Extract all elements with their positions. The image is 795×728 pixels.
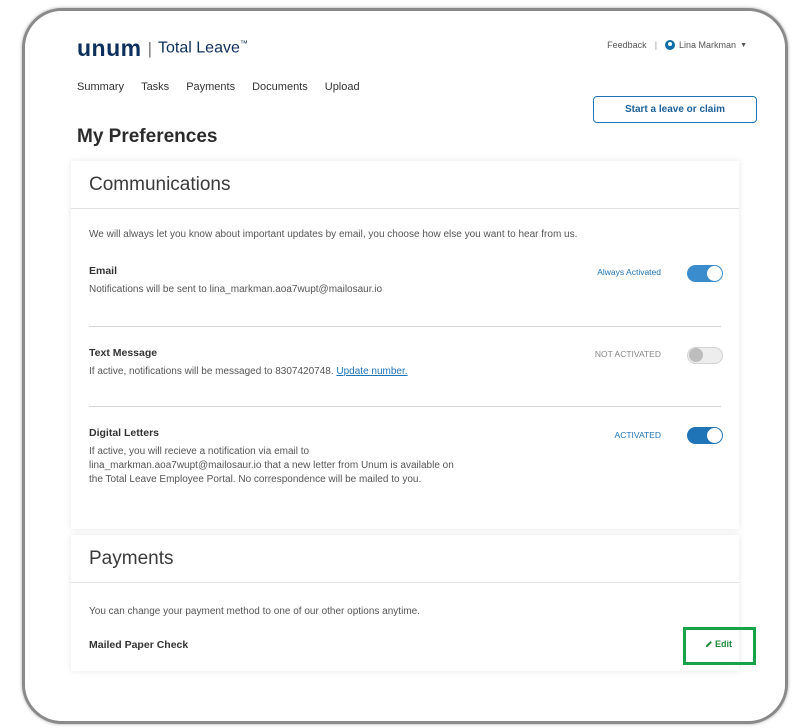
email-desc: Notifications will be sent to lina_markm… bbox=[89, 284, 383, 295]
user-icon bbox=[665, 40, 676, 50]
header-divider: | bbox=[654, 40, 658, 50]
divider bbox=[89, 406, 721, 407]
payments-card: Payments You can change your payment met… bbox=[71, 535, 756, 671]
logo-separator: | bbox=[147, 38, 153, 58]
payments-intro: You can change your payment method to on… bbox=[89, 606, 420, 617]
nav-documents[interactable]: Documents bbox=[252, 81, 308, 93]
digital-letters-toggle[interactable] bbox=[687, 427, 723, 444]
product-name-text: Total Leave bbox=[158, 39, 240, 57]
nav-tasks[interactable]: Tasks bbox=[141, 81, 169, 93]
digital-letters-desc: If active, you will recieve a notificati… bbox=[89, 446, 454, 485]
screen: unum | Total Leave™ Feedback | Lina Mark… bbox=[25, 11, 785, 721]
edit-button[interactable]: Edit bbox=[705, 639, 732, 649]
update-number-link[interactable]: Update number. bbox=[336, 366, 407, 377]
feedback-link[interactable]: Feedback bbox=[607, 40, 647, 50]
nav-upload[interactable]: Upload bbox=[325, 81, 360, 93]
communications-card: Communications We will always let you kn… bbox=[71, 161, 739, 529]
trademark: ™ bbox=[239, 39, 248, 49]
user-menu[interactable]: Lina Markman ▼ bbox=[665, 40, 747, 50]
email-status: Always Activated bbox=[597, 267, 661, 277]
divider bbox=[89, 326, 721, 327]
logo-wordmark: unum bbox=[77, 35, 142, 61]
toggle-knob bbox=[707, 266, 722, 281]
communications-title: Communications bbox=[71, 161, 739, 209]
digital-letters-status: ACTIVATED bbox=[614, 430, 661, 440]
user-name: Lina Markman bbox=[679, 40, 737, 50]
email-toggle[interactable] bbox=[687, 265, 723, 282]
nav-payments[interactable]: Payments bbox=[186, 81, 235, 93]
unum-total-leave-logo[interactable]: unum | Total Leave™ bbox=[77, 35, 248, 62]
pencil-icon bbox=[705, 641, 712, 648]
device-frame: unum | Total Leave™ Feedback | Lina Mark… bbox=[22, 8, 788, 724]
text-message-desc: If active, notifications will be message… bbox=[89, 365, 509, 379]
edit-label: Edit bbox=[715, 639, 732, 649]
text-message-toggle[interactable] bbox=[687, 347, 723, 364]
toggle-knob bbox=[707, 428, 722, 443]
communications-intro: We will always let you know about import… bbox=[89, 229, 578, 240]
nav-summary[interactable]: Summary bbox=[77, 81, 124, 93]
start-leave-button[interactable]: Start a leave or claim bbox=[593, 96, 757, 123]
page-title: My Preferences bbox=[77, 126, 218, 147]
payment-method: Mailed Paper Check bbox=[89, 639, 189, 651]
text-message-status: NOT ACTIVATED bbox=[594, 349, 661, 359]
payments-title: Payments bbox=[71, 535, 739, 583]
toggle-knob bbox=[689, 348, 703, 362]
text-message-desc-text: If active, notifications will be message… bbox=[89, 366, 334, 377]
top-right-links: Feedback | Lina Markman ▼ bbox=[607, 40, 747, 50]
main-nav: Summary Tasks Payments Documents Upload bbox=[77, 81, 377, 93]
product-name: Total Leave™ bbox=[158, 39, 248, 57]
chevron-down-icon: ▼ bbox=[740, 41, 747, 49]
